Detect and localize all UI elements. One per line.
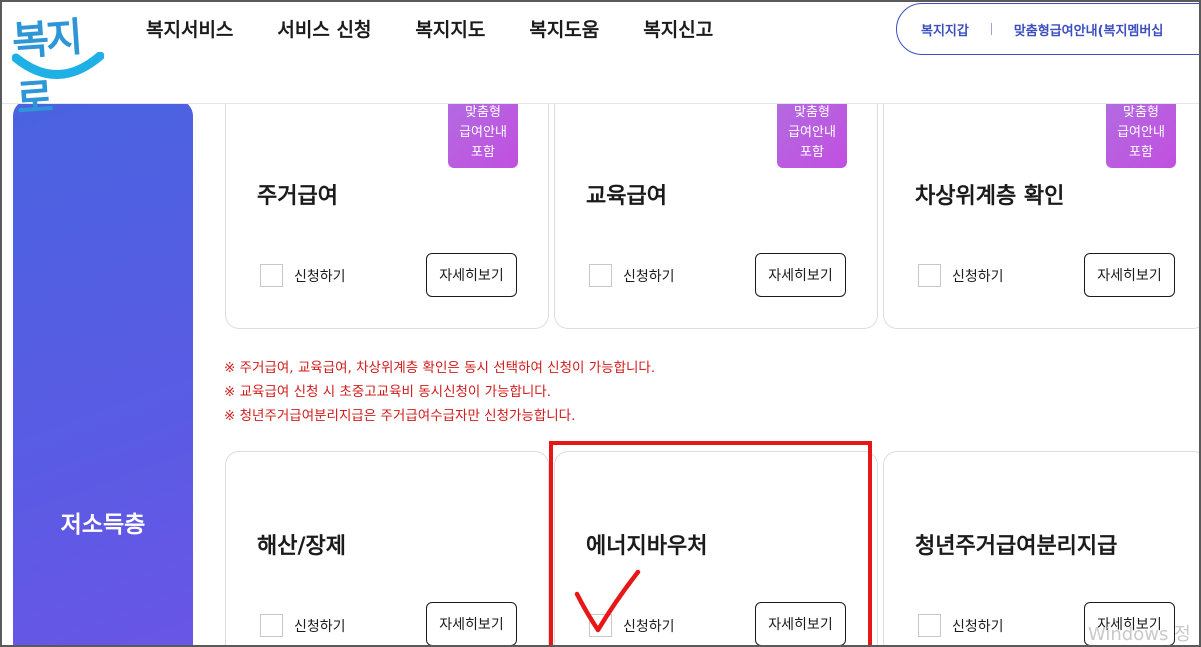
badge-line: 맞춤형 — [1123, 105, 1159, 120]
category-sidebar: 저소득층 — [13, 100, 193, 647]
apply-checkbox[interactable] — [918, 614, 941, 637]
service-card-education: 맞춤형 급여안내 포함 교육급여 신청하기 자세히보기 — [554, 100, 878, 329]
notice-text: ※ 주거급여, 교육급여, 차상위계층 확인은 동시 선택하여 신청이 가능합니… — [224, 360, 656, 376]
badge-line: 급여안내 — [459, 125, 507, 140]
site-logo[interactable]: 복지로 — [10, 4, 106, 123]
detail-button[interactable]: 자세히보기 — [426, 602, 517, 646]
notice-text: ※ 청년주거급여분리지급은 주거급여수급자만 신청가능합니다. — [224, 408, 576, 424]
detail-button[interactable]: 자세히보기 — [1084, 253, 1175, 297]
apply-checkbox[interactable] — [260, 614, 283, 637]
card-title: 교육급여 — [586, 184, 667, 209]
apply-label[interactable]: 신청하기 — [294, 616, 346, 636]
nav-welfare-help[interactable]: 복지도움 — [529, 16, 599, 44]
apply-checkbox[interactable] — [918, 264, 941, 287]
nav-welfare-report[interactable]: 복지신고 — [643, 16, 713, 44]
badge-line: 포함 — [471, 145, 495, 160]
site-header: 복지로 복지서비스 서비스 신청 복지지도 복지도움 복지신고 복지지갑 맞춤형… — [0, 0, 1201, 123]
nav-welfare-map[interactable]: 복지지도 — [415, 16, 485, 44]
apply-checkbox[interactable] — [589, 614, 612, 637]
windows-watermark: Windows 정 — [1088, 624, 1191, 645]
apply-label[interactable]: 신청하기 — [623, 266, 675, 286]
custom-benefit-badge: 맞춤형 급여안내 포함 — [1106, 100, 1176, 168]
detail-button[interactable]: 자세히보기 — [755, 253, 846, 297]
apply-label[interactable]: 신청하기 — [623, 616, 675, 636]
notice-list: ※ 주거급여, 교육급여, 차상위계층 확인은 동시 선택하여 신청이 가능합니… — [224, 356, 655, 428]
logo-smile-icon — [12, 52, 104, 79]
service-card-youth-housing: 청년주거급여분리지급 신청하기 자세히보기 — [883, 451, 1201, 647]
service-card-energy-voucher: 에너지바우처 신청하기 자세히보기 — [554, 451, 878, 647]
detail-button[interactable]: 자세히보기 — [426, 253, 517, 297]
badge-line: 포함 — [800, 145, 824, 160]
category-label: 저소득층 — [60, 512, 146, 538]
custom-benefit-link[interactable]: 맞춤형급여안내(복지멤버십 — [1014, 20, 1163, 39]
badge-line: 맞춤형 — [465, 105, 501, 120]
welfare-wallet-link[interactable]: 복지지갑 — [921, 20, 969, 39]
badge-line: 맞춤형 — [794, 105, 830, 120]
card-title: 해산/장제 — [257, 534, 346, 559]
apply-checkbox[interactable] — [260, 264, 283, 287]
service-card-near-poverty: 맞춤형 급여안내 포함 차상위계층 확인 신청하기 자세히보기 — [883, 100, 1201, 329]
notice-text: ※ 교육급여 신청 시 초중고교육비 동시신청이 가능합니다. — [224, 384, 552, 400]
badge-line: 급여안내 — [1117, 125, 1165, 140]
badge-line: 급여안내 — [788, 125, 836, 140]
service-card-housing: 맞춤형 급여안내 포함 주거급여 신청하기 자세히보기 — [225, 100, 549, 329]
apply-checkbox[interactable] — [589, 264, 612, 287]
card-title: 에너지바우처 — [586, 534, 708, 559]
card-title: 차상위계층 확인 — [915, 184, 1065, 209]
main-nav: 복지서비스 서비스 신청 복지지도 복지도움 복지신고 — [146, 16, 757, 44]
custom-benefit-badge: 맞춤형 급여안내 포함 — [777, 100, 847, 168]
apply-label[interactable]: 신청하기 — [294, 266, 346, 286]
detail-button[interactable]: 자세히보기 — [755, 602, 846, 646]
card-title: 청년주거급여분리지급 — [915, 534, 1118, 559]
card-title: 주거급여 — [257, 184, 338, 209]
nav-service-application[interactable]: 서비스 신청 — [277, 16, 371, 44]
service-card-birth-funeral: 해산/장제 신청하기 자세히보기 — [225, 451, 549, 647]
nav-welfare-services[interactable]: 복지서비스 — [146, 16, 233, 44]
apply-label[interactable]: 신청하기 — [952, 616, 1004, 636]
utility-links: 복지지갑 맞춤형급여안내(복지멤버십 — [896, 3, 1201, 55]
apply-label[interactable]: 신청하기 — [952, 266, 1004, 286]
badge-line: 포함 — [1129, 145, 1153, 160]
custom-benefit-badge: 맞춤형 급여안내 포함 — [448, 100, 518, 168]
utility-divider — [990, 23, 992, 35]
